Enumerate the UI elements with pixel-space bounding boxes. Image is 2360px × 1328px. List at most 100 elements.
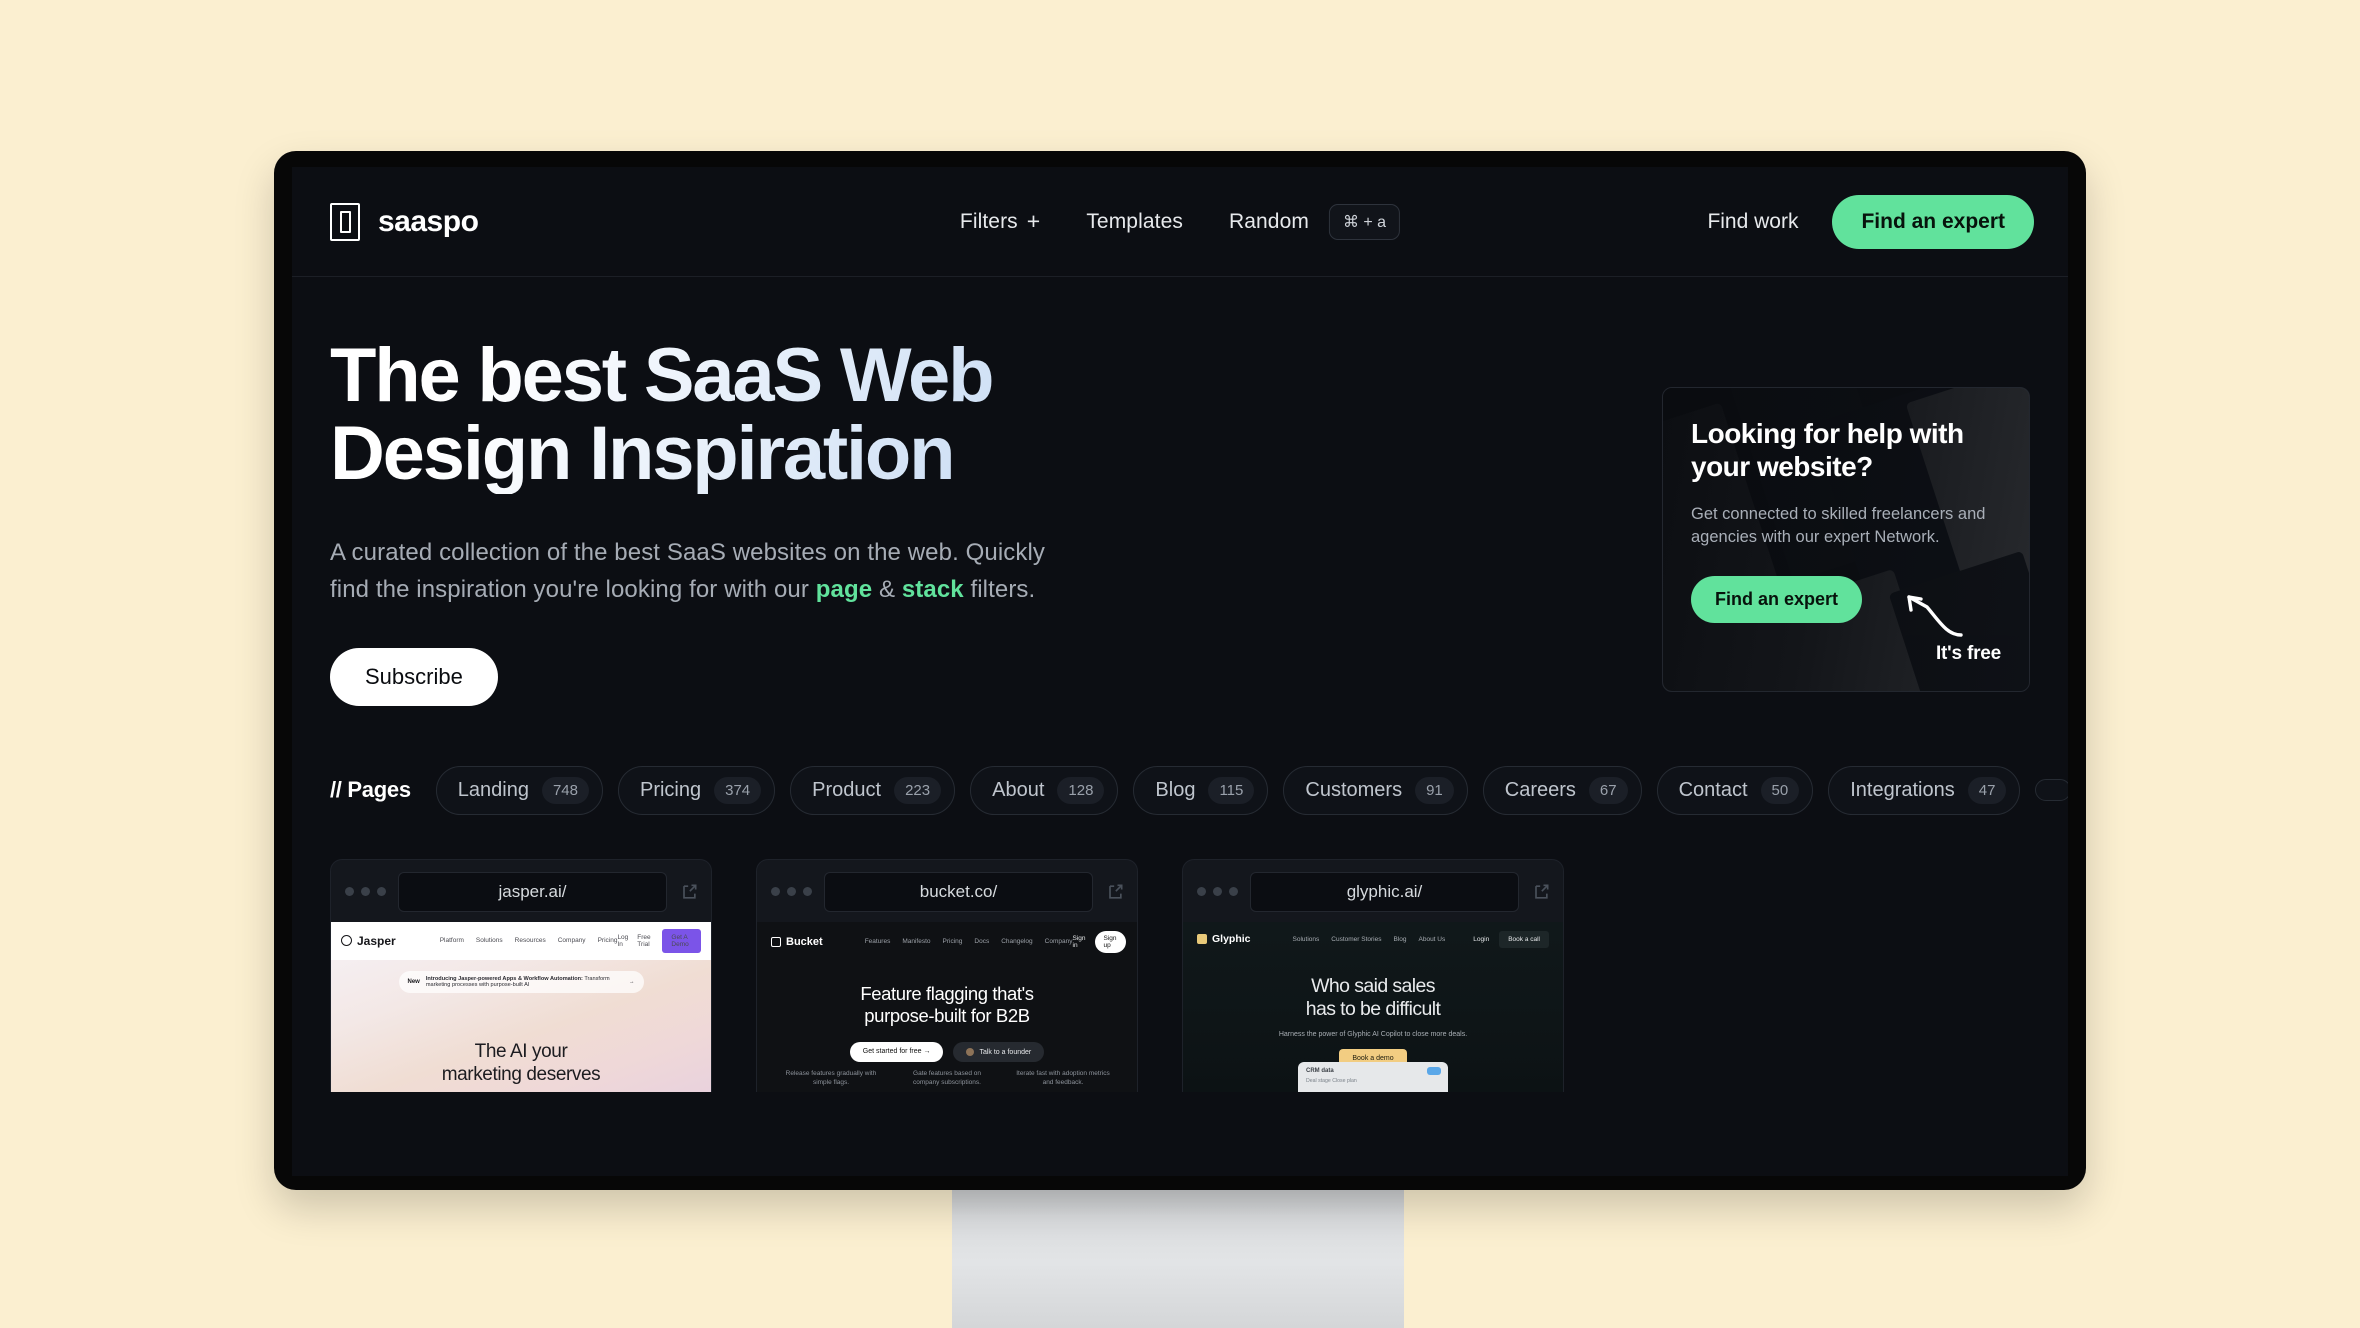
jasper-announcement-banner: New Introducing Jasper-powered Apps & Wo… xyxy=(398,970,644,993)
external-link-icon[interactable] xyxy=(1531,882,1551,902)
filter-pill-count: 374 xyxy=(714,776,762,804)
jasper-nav-pricing: Pricing xyxy=(597,937,618,945)
traffic-lights-icon xyxy=(1197,887,1238,897)
filter-pill-integrations[interactable]: Integrations 47 xyxy=(1828,765,2021,815)
nav-item-templates[interactable]: Templates xyxy=(1086,210,1183,234)
hero-title-line-2: Design Inspiration xyxy=(330,411,954,497)
jasper-free-trial: Free Trial xyxy=(637,933,651,948)
bucket-secondary-cta-label: Talk to a founder xyxy=(979,1048,1032,1056)
external-link-icon[interactable] xyxy=(679,882,699,902)
top-navigation: saaspo Filters + Templates Random ⌘ + a … xyxy=(292,167,2068,277)
filter-pill-count: 128 xyxy=(1057,776,1105,804)
jasper-headline-line-1: The AI your xyxy=(474,1040,568,1062)
hero-title-line-1: The best SaaS Web xyxy=(330,333,993,418)
filter-pill-product[interactable]: Product 223 xyxy=(790,765,956,815)
find-work-link[interactable]: Find work xyxy=(1707,210,1798,234)
arrow-right-icon: → xyxy=(628,978,635,985)
glyphic-nav-about-us: About Us xyxy=(1418,935,1446,943)
promo-find-an-expert-button[interactable]: Find an expert xyxy=(1691,576,1863,624)
bucket-nav-docs: Docs xyxy=(974,938,990,946)
filter-pill-careers[interactable]: Careers 67 xyxy=(1482,765,1642,815)
browser-chrome: bucket.co/ xyxy=(757,860,1137,922)
browser-chrome: glyphic.ai/ xyxy=(1183,860,1563,922)
glyphic-headline-line-1: Who said sales xyxy=(1311,974,1435,997)
promo-title: Looking for help with your website? xyxy=(1691,418,1964,482)
bucket-logo-icon xyxy=(771,936,781,947)
filter-pill-blog[interactable]: Blog 115 xyxy=(1133,765,1269,815)
filter-pill-landing[interactable]: Landing 748 xyxy=(435,765,603,815)
browser-screen: saaspo Filters + Templates Random ⌘ + a … xyxy=(292,167,2068,1176)
filter-pill-count: 91 xyxy=(1415,776,1454,804)
bucket-sign-in: Sign in xyxy=(1072,934,1086,949)
hero-section: The best SaaS Web Design Inspiration A c… xyxy=(292,277,2068,706)
bucket-nav: Bucket Features Manifesto Pricing Docs C… xyxy=(757,922,1137,962)
site-card-bucket[interactable]: bucket.co/ Bucket Features Manifesto Pri… xyxy=(756,858,1138,1092)
filter-pill-label: Integrations xyxy=(1850,778,1955,801)
filter-pill-about[interactable]: About 128 xyxy=(970,765,1119,815)
filter-pill-label: Pricing xyxy=(639,778,702,801)
nav-links: Filters + Templates Random ⌘ + a xyxy=(960,203,1401,240)
external-link-icon[interactable] xyxy=(1105,882,1125,902)
bucket-headline-line-1: Feature flagging that's xyxy=(860,982,1034,1004)
nav-item-filters[interactable]: Filters + xyxy=(960,210,1040,234)
page-title: The best SaaS Web Design Inspiration xyxy=(330,337,1160,494)
filter-pill-count: 223 xyxy=(894,776,942,804)
glyphic-book-a-call: Book a call xyxy=(1499,930,1549,948)
filter-pill-label: Contact xyxy=(1678,778,1748,801)
url-bar[interactable]: bucket.co/ xyxy=(824,871,1093,912)
jasper-nav-platform: Platform xyxy=(439,937,464,945)
subscribe-button[interactable]: Subscribe xyxy=(330,647,498,706)
filter-pill-customers[interactable]: Customers 91 xyxy=(1283,765,1468,815)
brand-name: saaspo xyxy=(378,204,479,238)
bucket-feature-1: Release features gradually with simple f… xyxy=(785,1070,877,1087)
glyphic-logo-icon xyxy=(1197,934,1207,945)
site-preview-bucket: Bucket Features Manifesto Pricing Docs C… xyxy=(757,921,1137,1092)
keyboard-shortcut-badge: ⌘ + a xyxy=(1328,203,1401,240)
filter-pill-pricing[interactable]: Pricing 374 xyxy=(617,765,776,815)
chat-bubble-icon xyxy=(1427,1066,1441,1075)
jasper-login: Log In xyxy=(617,933,629,948)
jasper-nav-solutions: Solutions xyxy=(475,937,503,945)
hero-subtitle-amp: & xyxy=(872,575,902,603)
glyphic-nav: Glyphic Solutions Customer Stories Blog … xyxy=(1183,922,1563,957)
glyphic-logo: Glyphic xyxy=(1197,933,1251,945)
hero-highlight-stack: stack xyxy=(901,575,964,603)
filter-pill-label: Product xyxy=(812,778,882,801)
bucket-nav-company: Company xyxy=(1044,938,1073,946)
jasper-nav-actions: Log In Free Trial Get A Demo xyxy=(617,928,701,953)
url-bar[interactable]: jasper.ai/ xyxy=(398,871,667,912)
filter-pill-row[interactable]: // Pages Landing 748 Pricing 374 Product… xyxy=(330,765,2068,815)
promo-body-text: Get connected to skilled freelancers and… xyxy=(1691,504,1986,547)
filter-pill-label: About xyxy=(992,778,1045,801)
glyphic-crm-panel: CRM data Deal stage Close plan xyxy=(1298,1061,1448,1092)
promo-content: Looking for help with your website? Get … xyxy=(1663,388,2029,653)
jasper-nav-company: Company xyxy=(557,937,586,945)
bucket-nav-manifesto: Manifesto xyxy=(902,938,931,946)
glyphic-nav-solutions: Solutions xyxy=(1292,935,1320,943)
glyphic-panel-row: Deal stage Close plan xyxy=(1306,1077,1357,1084)
brand-logo[interactable]: saaspo xyxy=(330,202,479,241)
glyphic-nav-links: Solutions Customer Stories Blog About Us xyxy=(1293,936,1446,943)
find-an-expert-button[interactable]: Find an expert xyxy=(1832,194,2034,249)
site-card-jasper[interactable]: jasper.ai/ Jasper Platform Solutions Res… xyxy=(330,858,712,1092)
site-preview-jasper: Jasper Platform Solutions Resources Comp… xyxy=(331,921,711,1092)
expert-network-promo-card[interactable]: Looking for help with your website? Get … xyxy=(1662,387,2030,692)
filter-pill-clipped[interactable] xyxy=(2035,779,2068,802)
bucket-nav-pricing: Pricing xyxy=(942,938,963,946)
url-bar[interactable]: glyphic.ai/ xyxy=(1250,871,1519,912)
site-card-glyphic[interactable]: glyphic.ai/ Glyphic Solutions Customer S xyxy=(1182,858,1564,1092)
hero-copy: The best SaaS Web Design Inspiration A c… xyxy=(330,337,1330,706)
monitor-stand xyxy=(952,1185,1404,1328)
nav-item-random[interactable]: Random xyxy=(1229,210,1309,234)
jasper-nav-links: Platform Solutions Resources Company Pri… xyxy=(440,937,618,944)
bucket-brand-name: Bucket xyxy=(786,935,823,948)
filter-pill-label: Blog xyxy=(1155,778,1196,801)
bucket-secondary-cta: Talk to a founder xyxy=(953,1042,1045,1063)
glyphic-brand-name: Glyphic xyxy=(1212,933,1251,946)
filter-pill-contact[interactable]: Contact 50 xyxy=(1656,765,1814,815)
traffic-lights-icon xyxy=(771,887,812,897)
filter-pill-count: 67 xyxy=(1588,776,1628,804)
page-root: saaspo Filters + Templates Random ⌘ + a … xyxy=(0,0,2360,1328)
nav-item-filters-label: Filters xyxy=(959,209,1018,233)
glyphic-nav-customer-stories: Customer Stories xyxy=(1331,935,1382,943)
